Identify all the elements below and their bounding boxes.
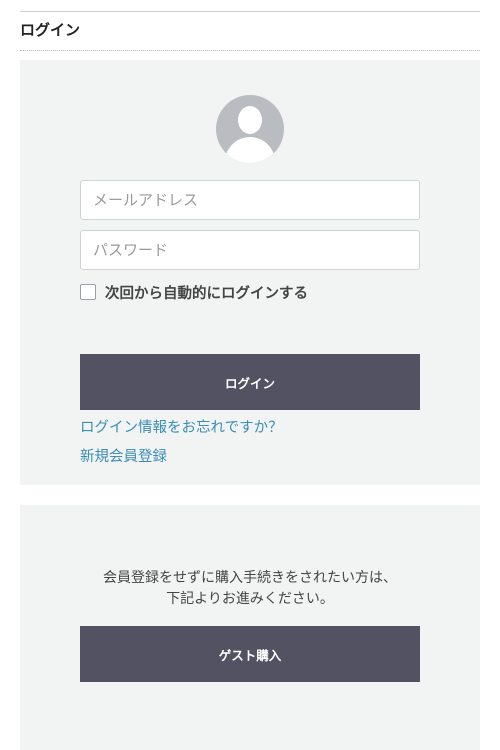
- email-field[interactable]: [80, 180, 420, 220]
- remember-checkbox[interactable]: [80, 284, 96, 300]
- top-divider: [20, 11, 480, 12]
- guest-purchase-button[interactable]: ゲスト購入: [80, 626, 420, 682]
- forgot-password-link[interactable]: ログイン情報をお忘れですか？: [80, 416, 283, 437]
- remember-label: 次回から自動的にログインする: [105, 285, 308, 302]
- password-field[interactable]: [80, 230, 420, 270]
- guest-text-line-2: 下記よりお進みください。: [166, 591, 334, 607]
- login-button[interactable]: ログイン: [80, 354, 420, 410]
- register-link[interactable]: 新規会員登録: [80, 445, 167, 466]
- remember-login[interactable]: 次回から自動的にログインする: [80, 282, 308, 302]
- guest-description: 会員登録をせずに購入手続きをされたい方は、 下記よりお進みください。: [20, 568, 480, 610]
- guest-panel: 会員登録をせずに購入手続きをされたい方は、 下記よりお進みください。 ゲスト購入: [20, 505, 480, 750]
- guest-text-line-1: 会員登録をせずに購入手続きをされたい方は、: [103, 570, 397, 586]
- user-avatar-icon: [216, 95, 284, 163]
- page-title: ログイン: [20, 21, 81, 39]
- login-panel: 次回から自動的にログインする ログイン ログイン情報をお忘れですか？ 新規会員登…: [20, 60, 480, 485]
- title-divider: [20, 50, 480, 51]
